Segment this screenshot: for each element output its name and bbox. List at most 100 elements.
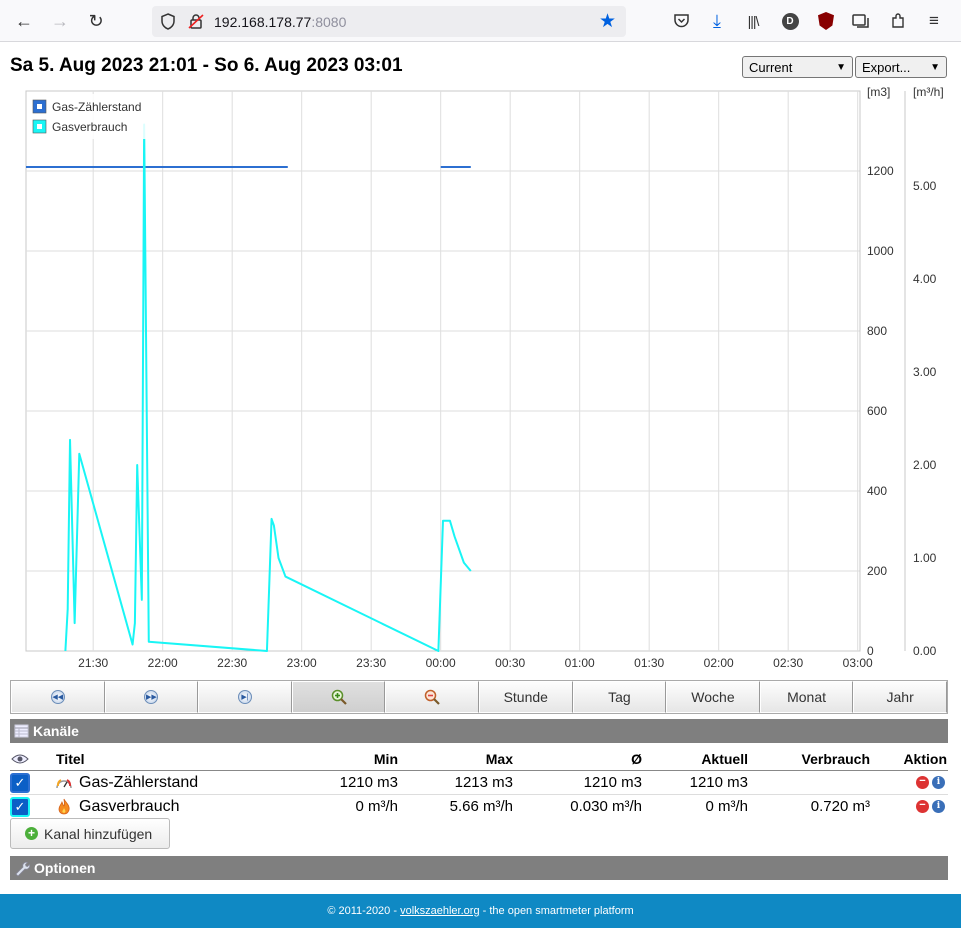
forward-arrow-icon[interactable]: → (48, 9, 72, 33)
fast-forward-icon: ▶▶ (144, 690, 159, 704)
year-button[interactable]: Jahr (853, 681, 947, 713)
hamburger-menu-icon[interactable]: ≡ (924, 10, 944, 32)
channel-average: 0.030 m³/h (570, 798, 642, 815)
channels-section-header[interactable]: Kanäle (10, 719, 948, 743)
x-tick-label: 22:00 (148, 656, 178, 670)
channel-actions: − i (916, 795, 945, 818)
wrench-icon (15, 861, 30, 876)
y-right-tick-label: 0.00 (913, 644, 937, 658)
time-navigation-bar: ◀◀ ▶▶ ▶| Stunde Tag Woche Monat Jahr (10, 680, 948, 714)
export-select[interactable]: Export... ▼ (855, 56, 947, 78)
url-port: :8080 (311, 14, 347, 30)
add-channel-label: Kanal hinzufügen (44, 825, 153, 842)
url-bar[interactable]: 192.168.178.77:8080 ★ (152, 6, 626, 37)
info-icon[interactable]: i (932, 776, 945, 789)
footer-tagline: - the open smartmeter platform (482, 905, 634, 917)
account-avatar[interactable]: D (780, 10, 800, 32)
y-right-tick-label: 2.00 (913, 458, 937, 472)
x-tick-label: 23:30 (356, 656, 386, 670)
delete-icon[interactable]: − (916, 800, 929, 813)
info-icon[interactable]: i (932, 800, 945, 813)
zoom-out-button[interactable] (385, 681, 479, 713)
extensions-icon[interactable] (888, 10, 908, 32)
channel-title: Gasverbrauch (79, 797, 180, 815)
forward-button[interactable]: ▶▶ (104, 681, 199, 713)
channel-min: 1210 m3 (339, 774, 398, 791)
options-section-title: Optionen (34, 860, 96, 876)
synced-tabs-icon[interactable] (851, 10, 871, 32)
legend-label: Gasverbrauch (52, 120, 127, 134)
y-right-tick-label: 3.00 (913, 365, 937, 379)
options-section-header[interactable]: Optionen (10, 856, 948, 880)
pocket-icon[interactable] (671, 10, 691, 32)
channel-consumption (770, 771, 870, 794)
channel-max: 5.66 m³/h (449, 798, 513, 815)
zoom-in-button[interactable] (291, 681, 386, 713)
y-left-tick-label: 1200 (867, 164, 894, 178)
x-tick-label: 03:00 (843, 656, 873, 670)
delete-icon[interactable]: − (916, 776, 929, 789)
table-row: ✓ Gasverbrauch 0 m³/h 5.66 m³/h 0.030 m³… (10, 795, 948, 818)
chevron-down-icon: ▼ (836, 61, 846, 73)
y-left-tick-label: 800 (867, 324, 887, 338)
x-tick-label: 01:00 (565, 656, 595, 670)
day-button[interactable]: Tag (572, 681, 667, 713)
footer-copyright: © 2011-2020 - (327, 905, 398, 917)
back-arrow-icon[interactable]: ← (12, 9, 36, 33)
y-right-tick-label: 1.00 (913, 551, 937, 565)
skip-end-icon: ▶| (237, 690, 252, 704)
channel-visibility-checkbox[interactable]: ✓ (10, 771, 30, 794)
footer-link[interactable]: volkszaehler.org (400, 905, 480, 917)
plus-icon: + (25, 827, 38, 840)
legend-swatch-dot (37, 104, 42, 109)
jump-to-now-button[interactable]: ▶| (198, 681, 292, 713)
header-average: Ø (631, 750, 642, 767)
week-button[interactable]: Woche (666, 681, 760, 713)
flame-icon (56, 795, 72, 818)
ublock-icon[interactable] (816, 10, 836, 32)
mode-select-value: Current (749, 59, 793, 75)
legend-label: Gas-Zählerstand (52, 100, 141, 114)
table-icon (14, 724, 29, 738)
download-icon[interactable]: ⤓ (707, 10, 727, 32)
channel-actions: − i (916, 771, 945, 794)
y-right-unit-label: [m³/h] (913, 85, 944, 99)
footer: © 2011-2020 - volkszaehler.org - the ope… (0, 894, 961, 928)
eye-icon (10, 747, 30, 770)
hour-button[interactable]: Stunde (478, 681, 573, 713)
y-left-tick-label: 0 (867, 644, 874, 658)
month-button[interactable]: Monat (759, 681, 854, 713)
chart-area[interactable]: 21:30 22:00 22:30 23:00 23:30 00:00 00:30 01:00… (0, 84, 961, 678)
legend-swatch-dot (37, 124, 42, 129)
y-left-tick-label: 200 (867, 564, 887, 578)
chevron-down-icon: ▼ (930, 61, 940, 73)
browser-toolbar: ← → ↻ 192.168.178.77:8080 ★ ⤓ |||\ D ≡ (0, 0, 961, 42)
mode-select[interactable]: Current ▼ (742, 56, 853, 78)
y-right-tick-label: 5.00 (913, 179, 937, 193)
checkmark-icon: ✓ (10, 796, 30, 817)
account-initial: D (781, 12, 799, 30)
zoom-in-icon (331, 689, 347, 705)
channel-average: 1210 m3 (583, 774, 642, 791)
y-left-tick-label: 1000 (867, 244, 894, 258)
gauge-icon (54, 771, 74, 794)
shield-icon[interactable] (160, 13, 176, 30)
add-channel-button[interactable]: + Kanal hinzufügen (10, 818, 170, 849)
header-max: Max (485, 750, 513, 767)
y-left-tick-label: 400 (867, 484, 887, 498)
chart-svg[interactable]: 21:30 22:00 22:30 23:00 23:30 00:00 00:30 01:00… (0, 84, 961, 678)
page-title: Sa 5. Aug 2023 21:01 - So 6. Aug 2023 03… (10, 55, 403, 76)
back-button[interactable]: ◀◀ (11, 681, 105, 713)
header-consumption: Verbrauch (801, 750, 870, 767)
channels-section-title: Kanäle (33, 723, 79, 739)
library-icon[interactable]: |||\ (743, 10, 763, 32)
header-current: Aktuell (701, 750, 748, 767)
header-title: Titel (56, 750, 85, 767)
bookmark-star-icon[interactable]: ★ (599, 10, 616, 33)
insecure-lock-icon[interactable] (188, 13, 204, 30)
reload-icon[interactable]: ↻ (84, 9, 108, 33)
x-tick-label: 23:00 (287, 656, 317, 670)
channel-visibility-checkbox[interactable]: ✓ (10, 795, 30, 818)
channel-title: Gas-Zählerstand (79, 773, 199, 791)
x-tick-label: 21:30 (78, 656, 108, 670)
